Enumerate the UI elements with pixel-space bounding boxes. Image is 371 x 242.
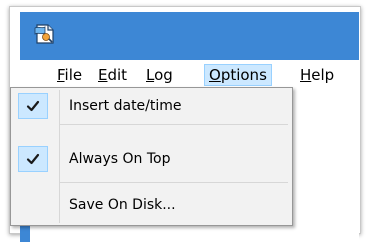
menu-separator (59, 182, 288, 183)
check-highlight (18, 93, 48, 119)
menu-separator (59, 124, 288, 125)
menu-item-save-on-disk[interactable]: Save On Disk... (13, 189, 290, 221)
app-document-icon[interactable] (33, 22, 57, 46)
checkmark-icon (26, 100, 40, 112)
check-highlight (18, 146, 48, 172)
checkmark-icon (26, 153, 40, 165)
menu-file[interactable]: File (53, 64, 86, 86)
options-dropdown-menu: Insert date/time Always On Top Save On D… (10, 87, 293, 226)
title-bar[interactable] (20, 12, 359, 60)
menu-bar: File Edit Log Options Help (20, 60, 359, 90)
menu-help[interactable]: Help (296, 64, 338, 86)
screenshot-stage: File Edit Log Options Help Insert date/t… (0, 0, 371, 242)
menu-log[interactable]: Log (142, 64, 177, 86)
menu-item-label: Save On Disk... (69, 197, 176, 213)
menu-options[interactable]: Options (204, 64, 272, 86)
menu-item-label: Always On Top (69, 151, 171, 167)
menu-item-insert-date-time[interactable]: Insert date/time (13, 90, 290, 122)
menu-item-label: Insert date/time (69, 98, 182, 114)
menu-item-always-on-top[interactable]: Always On Top (13, 143, 290, 175)
menu-edit[interactable]: Edit (94, 64, 131, 86)
